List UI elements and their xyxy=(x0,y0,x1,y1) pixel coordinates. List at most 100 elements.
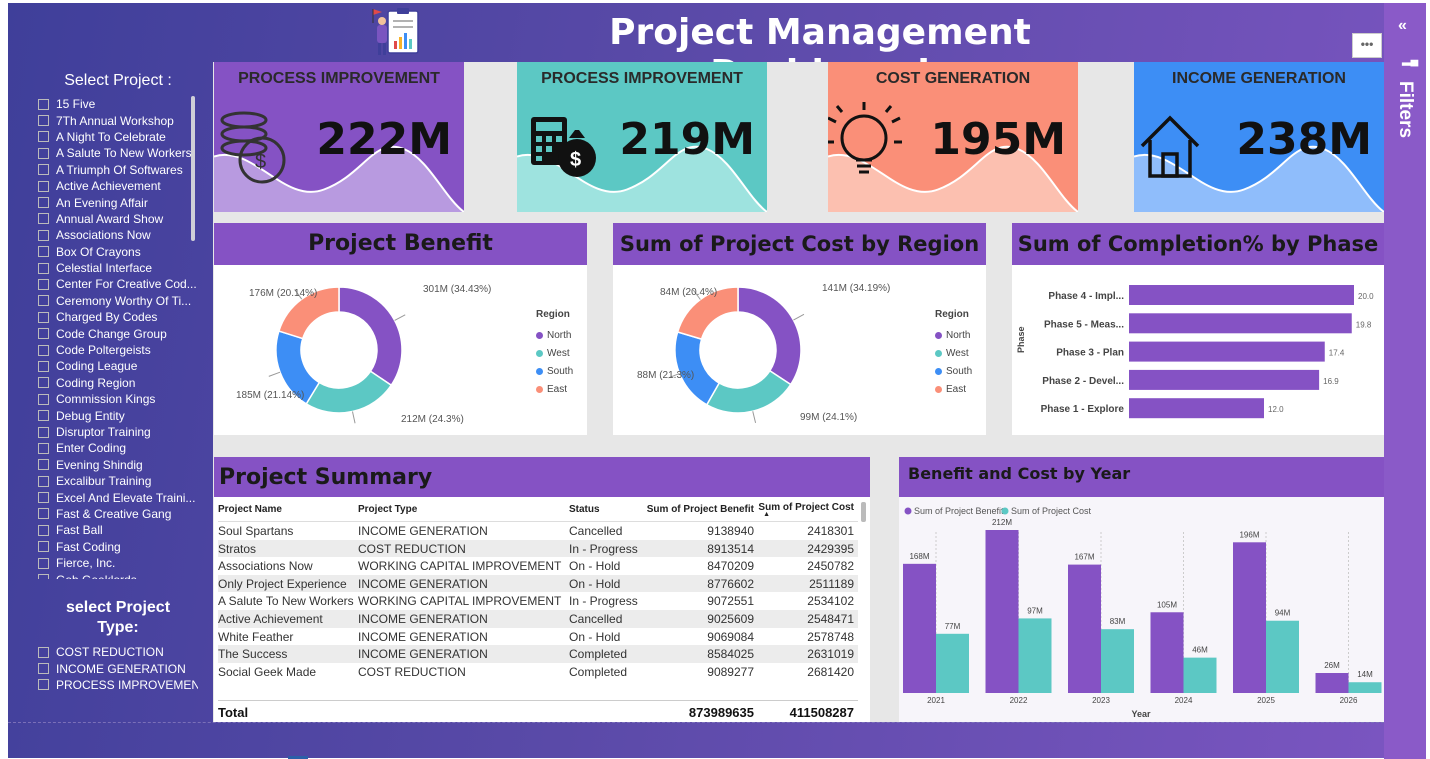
slicer-item[interactable]: Code Poltergeists xyxy=(38,342,198,358)
table-row[interactable]: Active Achievement INCOME GENERATION Cance… xyxy=(218,609,858,628)
slicer-item[interactable]: Center For Creative Cod... xyxy=(38,276,198,292)
checkbox[interactable] xyxy=(38,475,49,487)
table-scrollbar[interactable] xyxy=(861,502,866,522)
table-row[interactable]: Soul Spartans INCOME GENERATION Cancelled 9… xyxy=(218,522,858,540)
checkbox[interactable] xyxy=(38,524,49,536)
checkbox[interactable] xyxy=(38,557,49,569)
col-cost[interactable]: Sum of Project Cost ▲ xyxy=(754,502,854,518)
slicer-item[interactable]: Celestial Interface xyxy=(38,260,198,276)
slicer-item[interactable]: A Salute To New Workers xyxy=(38,145,198,161)
slicer-item[interactable]: A Night To Celebrate xyxy=(38,129,198,145)
checkbox[interactable] xyxy=(38,311,49,323)
kpi-card[interactable]: $ PROCESS IMPROVEMENT 222M xyxy=(214,62,464,212)
table-row[interactable]: Stratos COST REDUCTION In - Progress 891351… xyxy=(218,539,858,558)
checkbox[interactable] xyxy=(38,679,49,691)
type-slicer-list[interactable]: COST REDUCTION INCOME GENERATION PROCESS I… xyxy=(38,644,198,693)
checkbox[interactable] xyxy=(38,262,49,274)
legend-north[interactable]: North xyxy=(536,326,573,344)
filters-pane[interactable]: « ▂▄ Filters xyxy=(1384,3,1426,759)
slicer-scrollbar[interactable] xyxy=(191,96,195,241)
checkbox[interactable] xyxy=(38,115,49,127)
slicer-item[interactable]: An Evening Affair xyxy=(38,194,198,210)
slicer-item[interactable]: A Triumph Of Softwares xyxy=(38,162,198,178)
table-row[interactable]: Associations Now WORKING CAPITAL IMPROVEM… xyxy=(218,557,858,575)
filters-label[interactable]: Filters xyxy=(1394,81,1416,138)
slicer-item[interactable]: Code Change Group xyxy=(38,325,198,341)
checkbox[interactable] xyxy=(38,459,49,471)
slicer-item[interactable]: Annual Award Show xyxy=(38,211,198,227)
slicer-item[interactable]: Coding Region xyxy=(38,375,198,391)
checkbox[interactable] xyxy=(38,663,49,675)
checkbox[interactable] xyxy=(38,295,49,307)
checkbox[interactable] xyxy=(38,360,49,372)
slicer-item[interactable]: Excalibur Training xyxy=(38,473,198,489)
checkbox[interactable] xyxy=(38,508,49,520)
legend-east[interactable]: East xyxy=(935,380,972,398)
legend-south[interactable]: South xyxy=(536,362,573,380)
slicer-item[interactable]: Debug Entity xyxy=(38,407,198,423)
table-row[interactable]: Social Geek Made COST REDUCTION Completed 9… xyxy=(218,662,858,681)
kpi-card[interactable]: $ PROCESS IMPROVEMENT 219M xyxy=(517,62,767,212)
slicer-item[interactable]: Associations Now xyxy=(38,227,198,243)
slicer-item[interactable]: Excel And Elevate Traini... xyxy=(38,489,198,505)
slicer-item[interactable]: Ceremony Worthy Of Ti... xyxy=(38,293,198,309)
col-benefit[interactable]: Sum of Project Benefit xyxy=(639,504,754,515)
slicer-item[interactable]: 7Th Annual Workshop xyxy=(38,112,198,128)
table-row[interactable]: Only Project Experience INCOME GENERATION… xyxy=(218,574,858,593)
slicer-item[interactable]: Disruptor Training xyxy=(38,424,198,440)
checkbox[interactable] xyxy=(38,246,49,258)
checkbox[interactable] xyxy=(38,229,49,241)
col-project-name[interactable]: Project Name xyxy=(218,504,358,515)
table-row[interactable]: White Feather INCOME GENERATION On - Hold 9… xyxy=(218,627,858,646)
checkbox[interactable] xyxy=(38,574,49,579)
slicer-item[interactable]: Box Of Crayons xyxy=(38,244,198,260)
slicer-item[interactable]: Fierce, Inc. xyxy=(38,555,198,571)
type-slicer-item[interactable]: PROCESS IMPROVEMENT xyxy=(38,677,198,693)
kpi-card[interactable]: COST GENERATION 195M xyxy=(828,62,1078,212)
checkbox[interactable] xyxy=(38,410,49,422)
checkbox[interactable] xyxy=(38,197,49,209)
table-row[interactable]: The Success INCOME GENERATION Completed 858… xyxy=(218,645,858,663)
checkbox[interactable] xyxy=(38,164,49,176)
slicer-item[interactable]: Active Achievement xyxy=(38,178,198,194)
slicer-item[interactable]: Fast Ball xyxy=(38,522,198,538)
slicer-item[interactable]: 15 Five xyxy=(38,96,198,112)
project-slicer-list[interactable]: 15 Five 7Th Annual Workshop A Night To Cel… xyxy=(38,96,198,579)
col-project-type[interactable]: Project Type xyxy=(358,504,569,515)
checkbox[interactable] xyxy=(38,213,49,225)
type-slicer-item[interactable]: INCOME GENERATION xyxy=(38,660,198,676)
checkbox[interactable] xyxy=(38,147,49,159)
slicer-item[interactable]: Charged By Codes xyxy=(38,309,198,325)
table-row[interactable]: A Salute To New Workers WORKING CAPITAL I… xyxy=(218,592,858,610)
more-options-button[interactable]: ••• xyxy=(1352,33,1382,58)
checkbox[interactable] xyxy=(38,492,49,504)
slicer-item[interactable]: Enter Coding xyxy=(38,440,198,456)
slicer-item[interactable]: Coding League xyxy=(38,358,198,374)
legend-north[interactable]: North xyxy=(935,326,972,344)
phase-bar-chart[interactable]: Phase 4 - Impl... 20.0 Phase 5 - Meas... 19… xyxy=(1012,265,1384,435)
checkbox[interactable] xyxy=(38,377,49,389)
collapse-icon[interactable]: « xyxy=(1398,17,1407,35)
kpi-card[interactable]: INCOME GENERATION 238M xyxy=(1134,62,1384,212)
checkbox[interactable] xyxy=(38,442,49,454)
legend-west[interactable]: West xyxy=(536,344,573,362)
checkbox[interactable] xyxy=(38,344,49,356)
slicer-item[interactable]: Fast Coding xyxy=(38,539,198,555)
checkbox[interactable] xyxy=(38,131,49,143)
legend-east[interactable]: East xyxy=(536,380,573,398)
checkbox[interactable] xyxy=(38,98,49,110)
year-bar-chart[interactable]: Sum of Project Benefit Sum of Project Cos… xyxy=(899,497,1384,722)
checkbox[interactable] xyxy=(38,541,49,553)
legend-west[interactable]: West xyxy=(935,344,972,362)
checkbox[interactable] xyxy=(38,646,49,658)
slicer-item[interactable]: Gob Geeklords xyxy=(38,571,198,579)
type-slicer-item[interactable]: COST REDUCTION xyxy=(38,644,198,660)
checkbox[interactable] xyxy=(38,328,49,340)
col-status[interactable]: Status xyxy=(569,504,639,515)
checkbox[interactable] xyxy=(38,180,49,192)
legend-south[interactable]: South xyxy=(935,362,972,380)
checkbox[interactable] xyxy=(38,278,49,290)
slicer-item[interactable]: Commission Kings xyxy=(38,391,198,407)
checkbox[interactable] xyxy=(38,426,49,438)
slicer-item[interactable]: Fast & Creative Gang xyxy=(38,506,198,522)
